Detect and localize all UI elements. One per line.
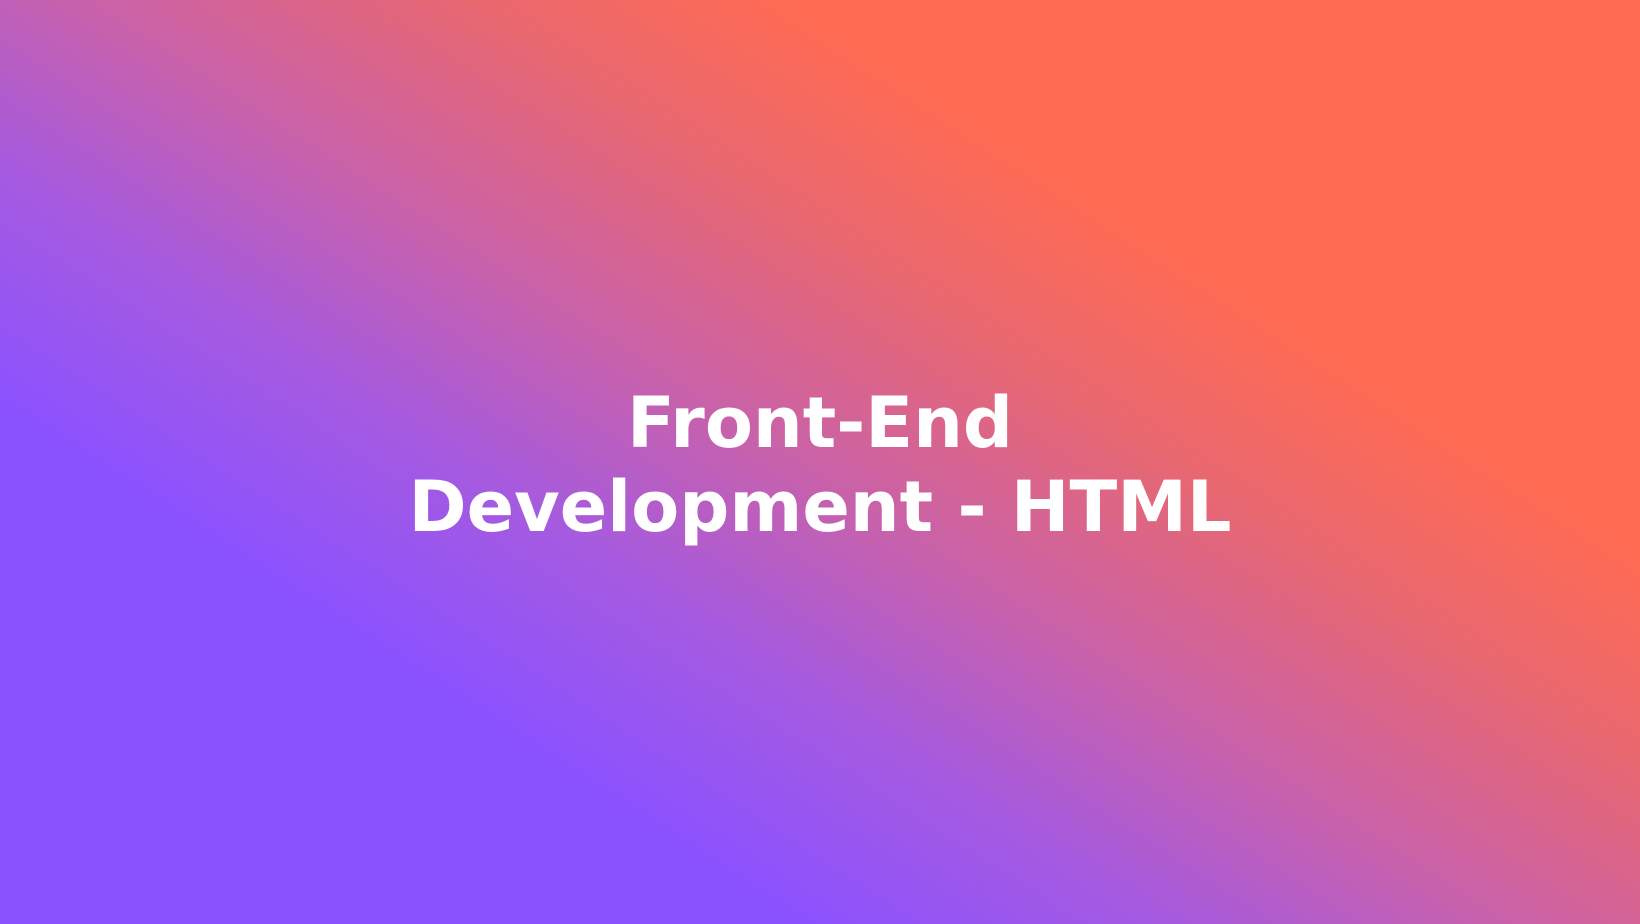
title-slide: Front-End Development - HTML: [0, 0, 1640, 924]
slide-title: Front-End Development - HTML: [409, 381, 1232, 549]
slide-title-line-2: Development - HTML: [408, 466, 1232, 548]
slide-title-line-1: Front-End: [626, 382, 1014, 464]
